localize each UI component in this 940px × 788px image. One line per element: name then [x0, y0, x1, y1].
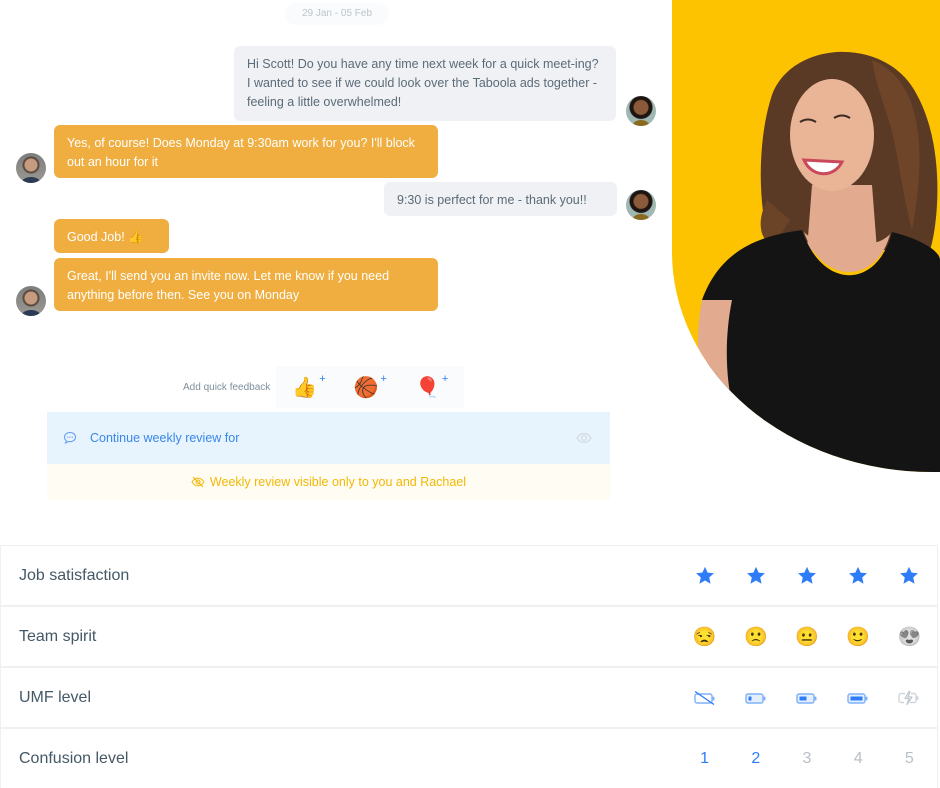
visibility-notice: Weekly review visible only to you and Ra…: [47, 464, 610, 500]
avatar-scott: [16, 286, 46, 316]
battery-empty-icon: [693, 690, 715, 705]
star-option-1[interactable]: [679, 566, 730, 585]
battery-charging-option[interactable]: [884, 690, 935, 706]
quick-feedback-options: 👍 + 🏀 + 🎈 +: [276, 366, 465, 408]
rating-label: Team spirit: [19, 627, 97, 645]
feedback-balloon-button[interactable]: 🎈 +: [414, 372, 449, 400]
battery-full-icon: [847, 692, 868, 704]
message-bubble: Yes, of course! Does Monday at 9:30am wo…: [54, 125, 438, 178]
message-bubble: Good Job! 👍: [54, 219, 169, 253]
unamused-face-icon[interactable]: 😒: [679, 625, 730, 649]
thumbs-up-icon: 👍: [292, 376, 318, 399]
avatar-rachael: [626, 190, 656, 220]
star-icon: [746, 566, 765, 584]
battery-empty-option[interactable]: [679, 690, 730, 706]
battery-half-option[interactable]: [781, 690, 832, 706]
rating-row-confusion-level: Confusion level 1 2 3 4 5: [0, 728, 938, 788]
continue-weekly-review-text: Continue weekly review for: [90, 431, 240, 445]
message-bubble: Hi Scott! Do you have any time next week…: [234, 46, 616, 121]
star-icon: [900, 566, 919, 584]
rating-row-job-satisfaction: Job satisfaction: [0, 545, 938, 606]
rating-label: Confusion level: [19, 749, 129, 767]
visibility-notice-text: Weekly review visible only to you and Ra…: [209, 475, 467, 489]
number-option-3[interactable]: 3: [781, 750, 832, 768]
number-option-1[interactable]: 1: [679, 750, 730, 768]
message-bubble: 9:30 is perfect for me - thank you!!: [384, 182, 617, 216]
battery-low-option[interactable]: [730, 690, 781, 706]
battery-rating: [679, 690, 935, 706]
basketball-icon: 🏀: [353, 376, 379, 399]
star-option-4[interactable]: [833, 566, 884, 585]
emoji-rating: 😒 🙁 😐 🙂 😍: [679, 625, 935, 649]
quick-feedback: Add quick feedback 👍 + 🏀 + 🎈 +: [183, 366, 465, 408]
feedback-basketball-button[interactable]: 🏀 +: [353, 372, 387, 400]
eye-icon[interactable]: [576, 432, 592, 444]
star-icon: [849, 566, 868, 584]
quick-feedback-label: Add quick feedback: [183, 381, 271, 393]
chat-bubble-icon: [63, 431, 77, 445]
battery-low-icon: [745, 692, 766, 704]
avatar-scott: [16, 153, 46, 183]
plus-icon: +: [380, 372, 387, 385]
feedback-thumbs-up-button[interactable]: 👍 +: [292, 372, 326, 400]
star-rating: [679, 566, 935, 585]
number-rating: 1 2 3 4 5: [679, 750, 935, 768]
continue-weekly-review-button[interactable]: Continue weekly review for: [47, 412, 610, 464]
frowning-face-icon[interactable]: 🙁: [730, 625, 781, 649]
eye-off-icon: [191, 476, 205, 488]
battery-charging-icon: [898, 690, 919, 705]
star-option-5[interactable]: [884, 566, 935, 585]
neutral-face-icon[interactable]: 😐: [781, 625, 832, 649]
message-bubble: Great, I'll send you an invite now. Let …: [54, 258, 438, 311]
number-option-5[interactable]: 5: [884, 750, 935, 768]
plus-icon: +: [319, 372, 326, 385]
hero-photo: [672, 0, 940, 472]
ratings-list: Job satisfaction Team spirit 😒 🙁 😐 🙂 😍 U…: [0, 545, 938, 788]
rating-label: UMF level: [19, 688, 92, 706]
star-option-3[interactable]: [781, 566, 832, 585]
star-option-2[interactable]: [730, 566, 781, 585]
star-icon: [798, 566, 816, 584]
avatar-rachael: [626, 96, 656, 126]
balloon-icon: 🎈: [414, 376, 440, 399]
date-range-pill: 29 Jan - 05 Feb: [285, 3, 389, 25]
plus-icon: +: [441, 372, 449, 385]
heart-eyes-face-icon[interactable]: 😍: [884, 625, 935, 649]
rating-row-umf-level: UMF level: [0, 667, 938, 728]
battery-half-icon: [796, 692, 817, 704]
star-icon: [695, 566, 714, 584]
rating-row-team-spirit: Team spirit 😒 🙁 😐 🙂 😍: [0, 606, 938, 667]
battery-full-option[interactable]: [833, 690, 884, 706]
number-option-4[interactable]: 4: [833, 750, 884, 768]
rating-label: Job satisfaction: [19, 566, 130, 584]
woman-photo-illustration: [697, 51, 940, 472]
slightly-smiling-face-icon[interactable]: 🙂: [833, 625, 884, 649]
number-option-2[interactable]: 2: [730, 750, 781, 768]
